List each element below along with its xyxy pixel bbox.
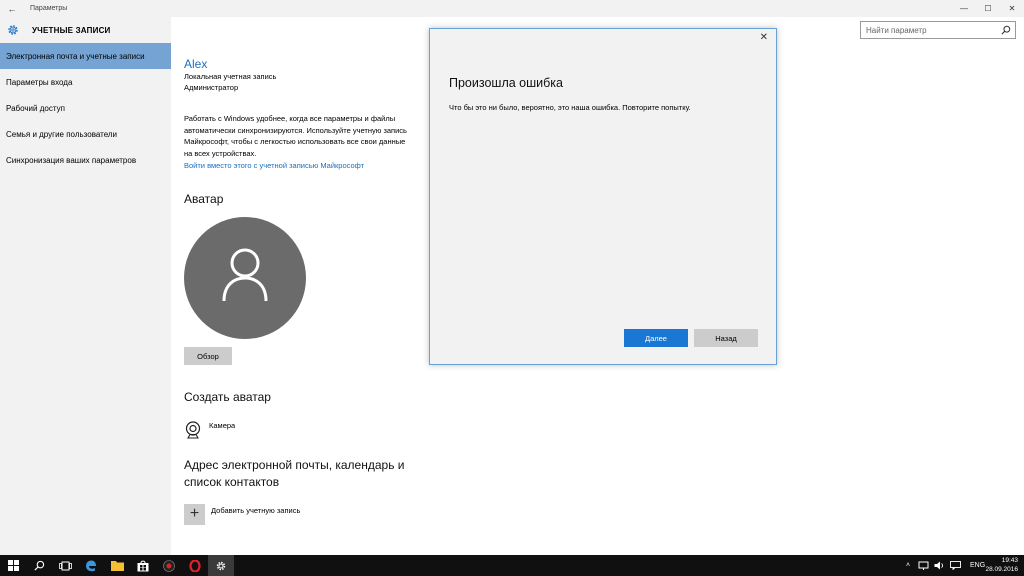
- close-button[interactable]: ✕: [1000, 0, 1024, 17]
- user-icon: [222, 248, 268, 302]
- chevron-up-icon[interactable]: ˄: [902, 562, 914, 569]
- user-name: Alex: [184, 57, 208, 71]
- taskbar-store[interactable]: [130, 555, 156, 576]
- gear-icon: [216, 561, 226, 570]
- dialog-message: Что бы это ни было, вероятно, это наша о…: [449, 103, 691, 112]
- folder-icon: [110, 561, 124, 571]
- app-icon: [163, 559, 175, 572]
- taskbar: ˄ ENG 19:43 28.09.2016: [0, 555, 1024, 576]
- network-icon[interactable]: [918, 561, 929, 570]
- search-input[interactable]: [866, 25, 996, 35]
- edge-icon: [86, 560, 96, 571]
- taskbar-opera[interactable]: [182, 555, 208, 576]
- task-view-button[interactable]: [52, 555, 78, 576]
- minimize-button[interactable]: —: [952, 0, 976, 17]
- language-indicator[interactable]: ENG: [970, 562, 985, 569]
- sidebar-item-work-access[interactable]: Рабочий доступ: [0, 95, 171, 121]
- sidebar-header: УЧЕТНЫЕ ЗАПИСИ: [0, 17, 171, 43]
- camera-label[interactable]: Камера: [209, 421, 235, 430]
- email-section-title: Адрес электронной почты, календарь и спи…: [184, 458, 405, 489]
- maximize-button[interactable]: ☐: [976, 0, 1000, 17]
- taskbar-settings[interactable]: [208, 555, 234, 576]
- taskbar-edge[interactable]: [78, 555, 104, 576]
- clock-time: 19:43: [1001, 557, 1018, 564]
- opera-icon: [189, 559, 201, 572]
- task-view-icon: [58, 561, 72, 570]
- windows-logo-icon: [7, 560, 19, 571]
- window-controls: — ☐ ✕: [952, 0, 1024, 17]
- message-icon[interactable]: [950, 561, 961, 570]
- back-arrow-icon[interactable]: ←: [0, 4, 24, 14]
- clock-date: 28.09.2016: [985, 565, 1018, 573]
- account-type: Локальная учетная запись: [184, 72, 277, 81]
- volume-icon[interactable]: [934, 561, 945, 570]
- search-icon: [33, 560, 44, 571]
- avatar-section-title: Аватар: [184, 192, 224, 206]
- sidebar-item-family[interactable]: Семья и другие пользователи: [0, 121, 171, 147]
- store-icon: [137, 560, 149, 571]
- sidebar-item-email-accounts[interactable]: Электронная почта и учетные записи: [0, 43, 171, 69]
- add-account-label[interactable]: Добавить учетную запись: [211, 506, 300, 515]
- next-button[interactable]: Далее: [624, 329, 688, 347]
- add-account-button[interactable]: +: [184, 504, 205, 525]
- error-dialog: ✕ Произошла ошибка Что бы это ни было, в…: [429, 28, 777, 365]
- browse-button[interactable]: Обзор: [184, 347, 232, 365]
- microsoft-signin-link[interactable]: Войти вместо этого с учетной записью Май…: [184, 161, 364, 170]
- account-description: Работать с Windows удобнее, когда все па…: [184, 114, 407, 158]
- create-avatar-title: Создать аватар: [184, 390, 271, 404]
- back-button[interactable]: Назад: [694, 329, 758, 347]
- sidebar: УЧЕТНЫЕ ЗАПИСИ Электронная почта и учетн…: [0, 17, 171, 555]
- gear-icon[interactable]: [6, 23, 20, 37]
- taskbar-search-button[interactable]: [26, 555, 52, 576]
- taskbar-app[interactable]: [156, 555, 182, 576]
- search-box[interactable]: [860, 21, 1016, 39]
- window-title: Параметры: [30, 5, 68, 12]
- dialog-close-icon[interactable]: ✕: [760, 32, 768, 43]
- sidebar-item-signin-options[interactable]: Параметры входа: [0, 69, 171, 95]
- title-bar: ← Параметры — ☐ ✕: [0, 0, 1024, 17]
- sidebar-item-sync[interactable]: Синхронизация ваших параметров: [0, 147, 171, 173]
- avatar: [184, 217, 306, 339]
- system-tray: ˄ ENG: [902, 555, 985, 576]
- start-button[interactable]: [0, 555, 26, 576]
- sidebar-header-title: УЧЕТНЫЕ ЗАПИСИ: [32, 25, 111, 35]
- dialog-title: Произошла ошибка: [449, 76, 563, 90]
- taskbar-explorer[interactable]: [104, 555, 130, 576]
- account-role: Администратор: [184, 83, 239, 92]
- clock[interactable]: 19:43 28.09.2016: [985, 557, 1018, 574]
- search-icon[interactable]: [1001, 25, 1011, 35]
- camera-icon[interactable]: [185, 421, 201, 439]
